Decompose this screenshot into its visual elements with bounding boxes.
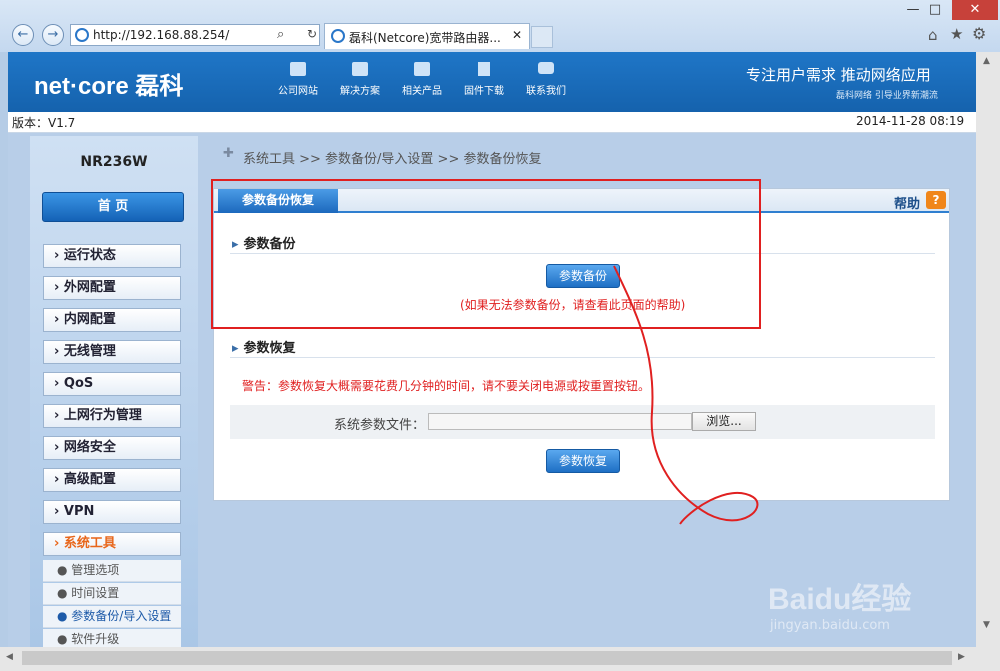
scroll-thumb[interactable] [22, 651, 952, 665]
watermark-brand: Baidu经验 [768, 583, 912, 616]
tab-close-icon[interactable]: ✕ [512, 28, 522, 42]
maximize-button[interactable]: □ [918, 0, 952, 20]
favorites-icon[interactable]: ★ [950, 25, 963, 43]
watermark-url: jingyan.baidu.com [770, 618, 890, 633]
close-button[interactable]: ✕ [952, 0, 998, 20]
horizontal-scrollbar[interactable]: ◀ ▶ [0, 647, 1000, 671]
router-page: net·core 磊科 公司网站 解决方案 相关产品 固件下载 联系我们 专注用… [8, 52, 976, 647]
highlight-box [211, 179, 761, 329]
scroll-left-icon[interactable]: ◀ [6, 652, 13, 662]
address-bar[interactable]: http://192.168.88.254/ ⌕ ↻ [70, 24, 320, 46]
tab-title: 磊科(Netcore)宽带路由器... [349, 31, 501, 45]
freehand-stroke [613, 265, 759, 525]
search-icon[interactable]: ⌕ [277, 27, 284, 42]
forward-button[interactable]: → [42, 24, 64, 46]
scroll-down-icon[interactable]: ▼ [983, 620, 990, 630]
address-text: http://192.168.88.254/ [93, 28, 230, 42]
back-button[interactable]: ← [12, 24, 34, 46]
scroll-right-icon[interactable]: ▶ [958, 652, 965, 662]
browser-tab[interactable]: 磊科(Netcore)宽带路由器... ✕ [324, 23, 530, 49]
scroll-up-icon[interactable]: ▲ [983, 56, 990, 66]
home-icon[interactable]: ⌂ [928, 26, 938, 44]
baidu-watermark: Baidu经验 jingyan.baidu.com [768, 574, 968, 644]
new-tab-button[interactable] [531, 26, 553, 48]
refresh-icon[interactable]: ↻ [307, 27, 317, 41]
ie-icon [75, 28, 89, 42]
red-annotation [211, 179, 761, 525]
vertical-scrollbar[interactable]: ▲ ▼ [976, 52, 1000, 647]
ie-icon [331, 29, 345, 43]
settings-gear-icon[interactable]: ⚙ [972, 24, 986, 43]
browser-chrome: — □ ✕ ← → http://192.168.88.254/ ⌕ ↻ 磊科(… [0, 0, 1000, 52]
